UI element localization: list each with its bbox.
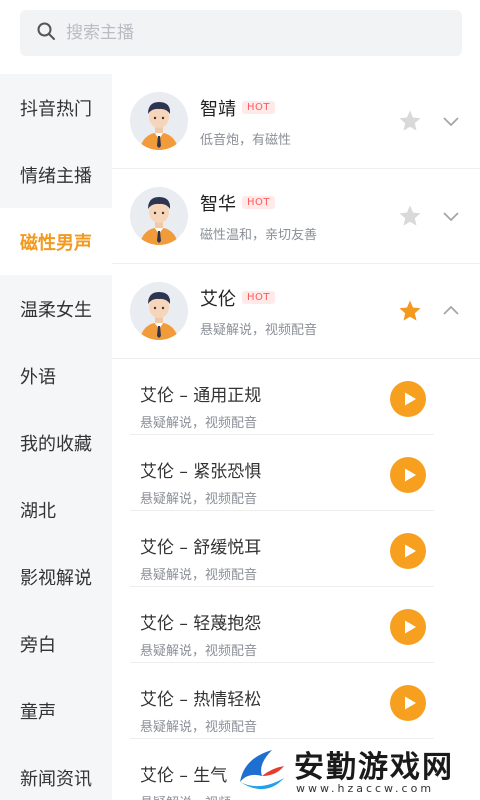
host-list: 智靖 HOT 低音炮，有磁性 智华 HOT 磁性温和，亲切友善 艾伦 HOT 悬… — [112, 74, 480, 800]
sidebar-item-film-commentary[interactable]: 影视解说 — [0, 543, 112, 610]
play-icon — [404, 392, 416, 406]
play-icon — [404, 620, 416, 634]
track-item[interactable]: 艾伦 – 热情轻松 悬疑解说，视频配音 — [130, 663, 434, 739]
sidebar-item-child-voice[interactable]: 童声 — [0, 677, 112, 744]
track-subtitle: 悬疑解说，视频配音 — [140, 568, 258, 583]
host-name: 智华 — [200, 193, 236, 215]
play-button[interactable] — [390, 685, 426, 721]
star-icon[interactable] — [398, 204, 422, 228]
hot-badge: HOT — [242, 291, 275, 304]
sidebar-item-my-favorites[interactable]: 我的收藏 — [0, 409, 112, 476]
sidebar-item-douyin-hot[interactable]: 抖音热门 — [0, 74, 112, 141]
host-name: 智靖 — [200, 98, 236, 120]
sidebar-item-hubei[interactable]: 湖北 — [0, 476, 112, 543]
sidebar-item-narration[interactable]: 旁白 — [0, 610, 112, 677]
chevron-down-icon[interactable] — [442, 207, 460, 225]
search-icon — [36, 21, 56, 45]
chevron-down-icon[interactable] — [442, 112, 460, 130]
host-description: 悬疑解说，视频配音 — [200, 322, 318, 338]
track-item[interactable]: 艾伦 – 轻蔑抱怨 悬疑解说，视频配音 — [130, 587, 434, 663]
watermark-logo-icon — [240, 750, 284, 790]
chevron-up-icon[interactable] — [442, 302, 460, 320]
avatar — [130, 92, 188, 150]
track-title: 艾伦 – 紧张恐惧 — [140, 462, 262, 482]
track-subtitle: 悬疑解说，视频配音 — [140, 492, 258, 507]
track-subtitle: 悬疑解说，视频配音 — [140, 416, 258, 431]
play-button[interactable] — [390, 381, 426, 417]
star-icon[interactable] — [398, 109, 422, 133]
play-icon — [404, 696, 416, 710]
hot-badge: HOT — [242, 196, 275, 209]
category-sidebar: 抖音热门 情绪主播 磁性男声 温柔女生 外语 我的收藏 湖北 影视解说 旁白 童… — [0, 74, 112, 800]
track-subtitle: 悬疑解说，视频配音 — [140, 720, 258, 735]
hot-badge: HOT — [242, 101, 275, 114]
play-icon — [404, 468, 416, 482]
sidebar-item-foreign-language[interactable]: 外语 — [0, 342, 112, 409]
host-row[interactable]: 智靖 HOT 低音炮，有磁性 — [112, 74, 480, 169]
search-input[interactable] — [66, 23, 426, 43]
play-button[interactable] — [390, 457, 426, 493]
track-item[interactable]: 艾伦 – 紧张恐惧 悬疑解说，视频配音 — [130, 435, 434, 511]
search-box[interactable] — [20, 10, 462, 56]
track-title: 艾伦 – 轻蔑抱怨 — [140, 614, 262, 634]
track-item[interactable]: 艾伦 – 舒缓悦耳 悬疑解说，视频配音 — [130, 511, 434, 587]
host-description: 磁性温和，亲切友善 — [200, 227, 318, 243]
star-icon[interactable] — [398, 299, 422, 323]
track-list: 艾伦 – 通用正规 悬疑解说，视频配音 艾伦 – 紧张恐惧 悬疑解说，视频配音 … — [112, 359, 480, 800]
host-row-expanded[interactable]: 艾伦 HOT 悬疑解说，视频配音 — [112, 264, 480, 359]
track-title: 艾伦 – 生气 — [140, 766, 228, 786]
search-bar — [0, 0, 480, 74]
play-button[interactable] — [390, 533, 426, 569]
track-title: 艾伦 – 舒缓悦耳 — [140, 538, 262, 558]
play-button[interactable] — [390, 609, 426, 645]
sidebar-item-magnetic-male[interactable]: 磁性男声 — [0, 208, 112, 275]
track-title: 艾伦 – 通用正规 — [140, 386, 262, 406]
track-subtitle: 悬疑解说，视频 — [140, 792, 231, 800]
track-subtitle: 悬疑解说，视频配音 — [140, 644, 258, 659]
host-row[interactable]: 智华 HOT 磁性温和，亲切友善 — [112, 169, 480, 264]
site-watermark: 安勤游戏网 www.hzaccw.com — [232, 742, 480, 800]
host-description: 低音炮，有磁性 — [200, 132, 292, 148]
host-name: 艾伦 — [200, 288, 236, 310]
sidebar-item-emotion-host[interactable]: 情绪主播 — [0, 141, 112, 208]
track-title: 艾伦 – 热情轻松 — [140, 690, 262, 710]
sidebar-item-news[interactable]: 新闻资讯 — [0, 744, 112, 800]
avatar — [130, 187, 188, 245]
track-item[interactable]: 艾伦 – 通用正规 悬疑解说，视频配音 — [130, 359, 434, 435]
avatar — [130, 282, 188, 340]
play-icon — [404, 544, 416, 558]
sidebar-item-gentle-female[interactable]: 温柔女生 — [0, 275, 112, 342]
watermark-url: www.hzaccw.com — [296, 782, 435, 795]
watermark-title: 安勤游戏网 — [294, 750, 454, 785]
